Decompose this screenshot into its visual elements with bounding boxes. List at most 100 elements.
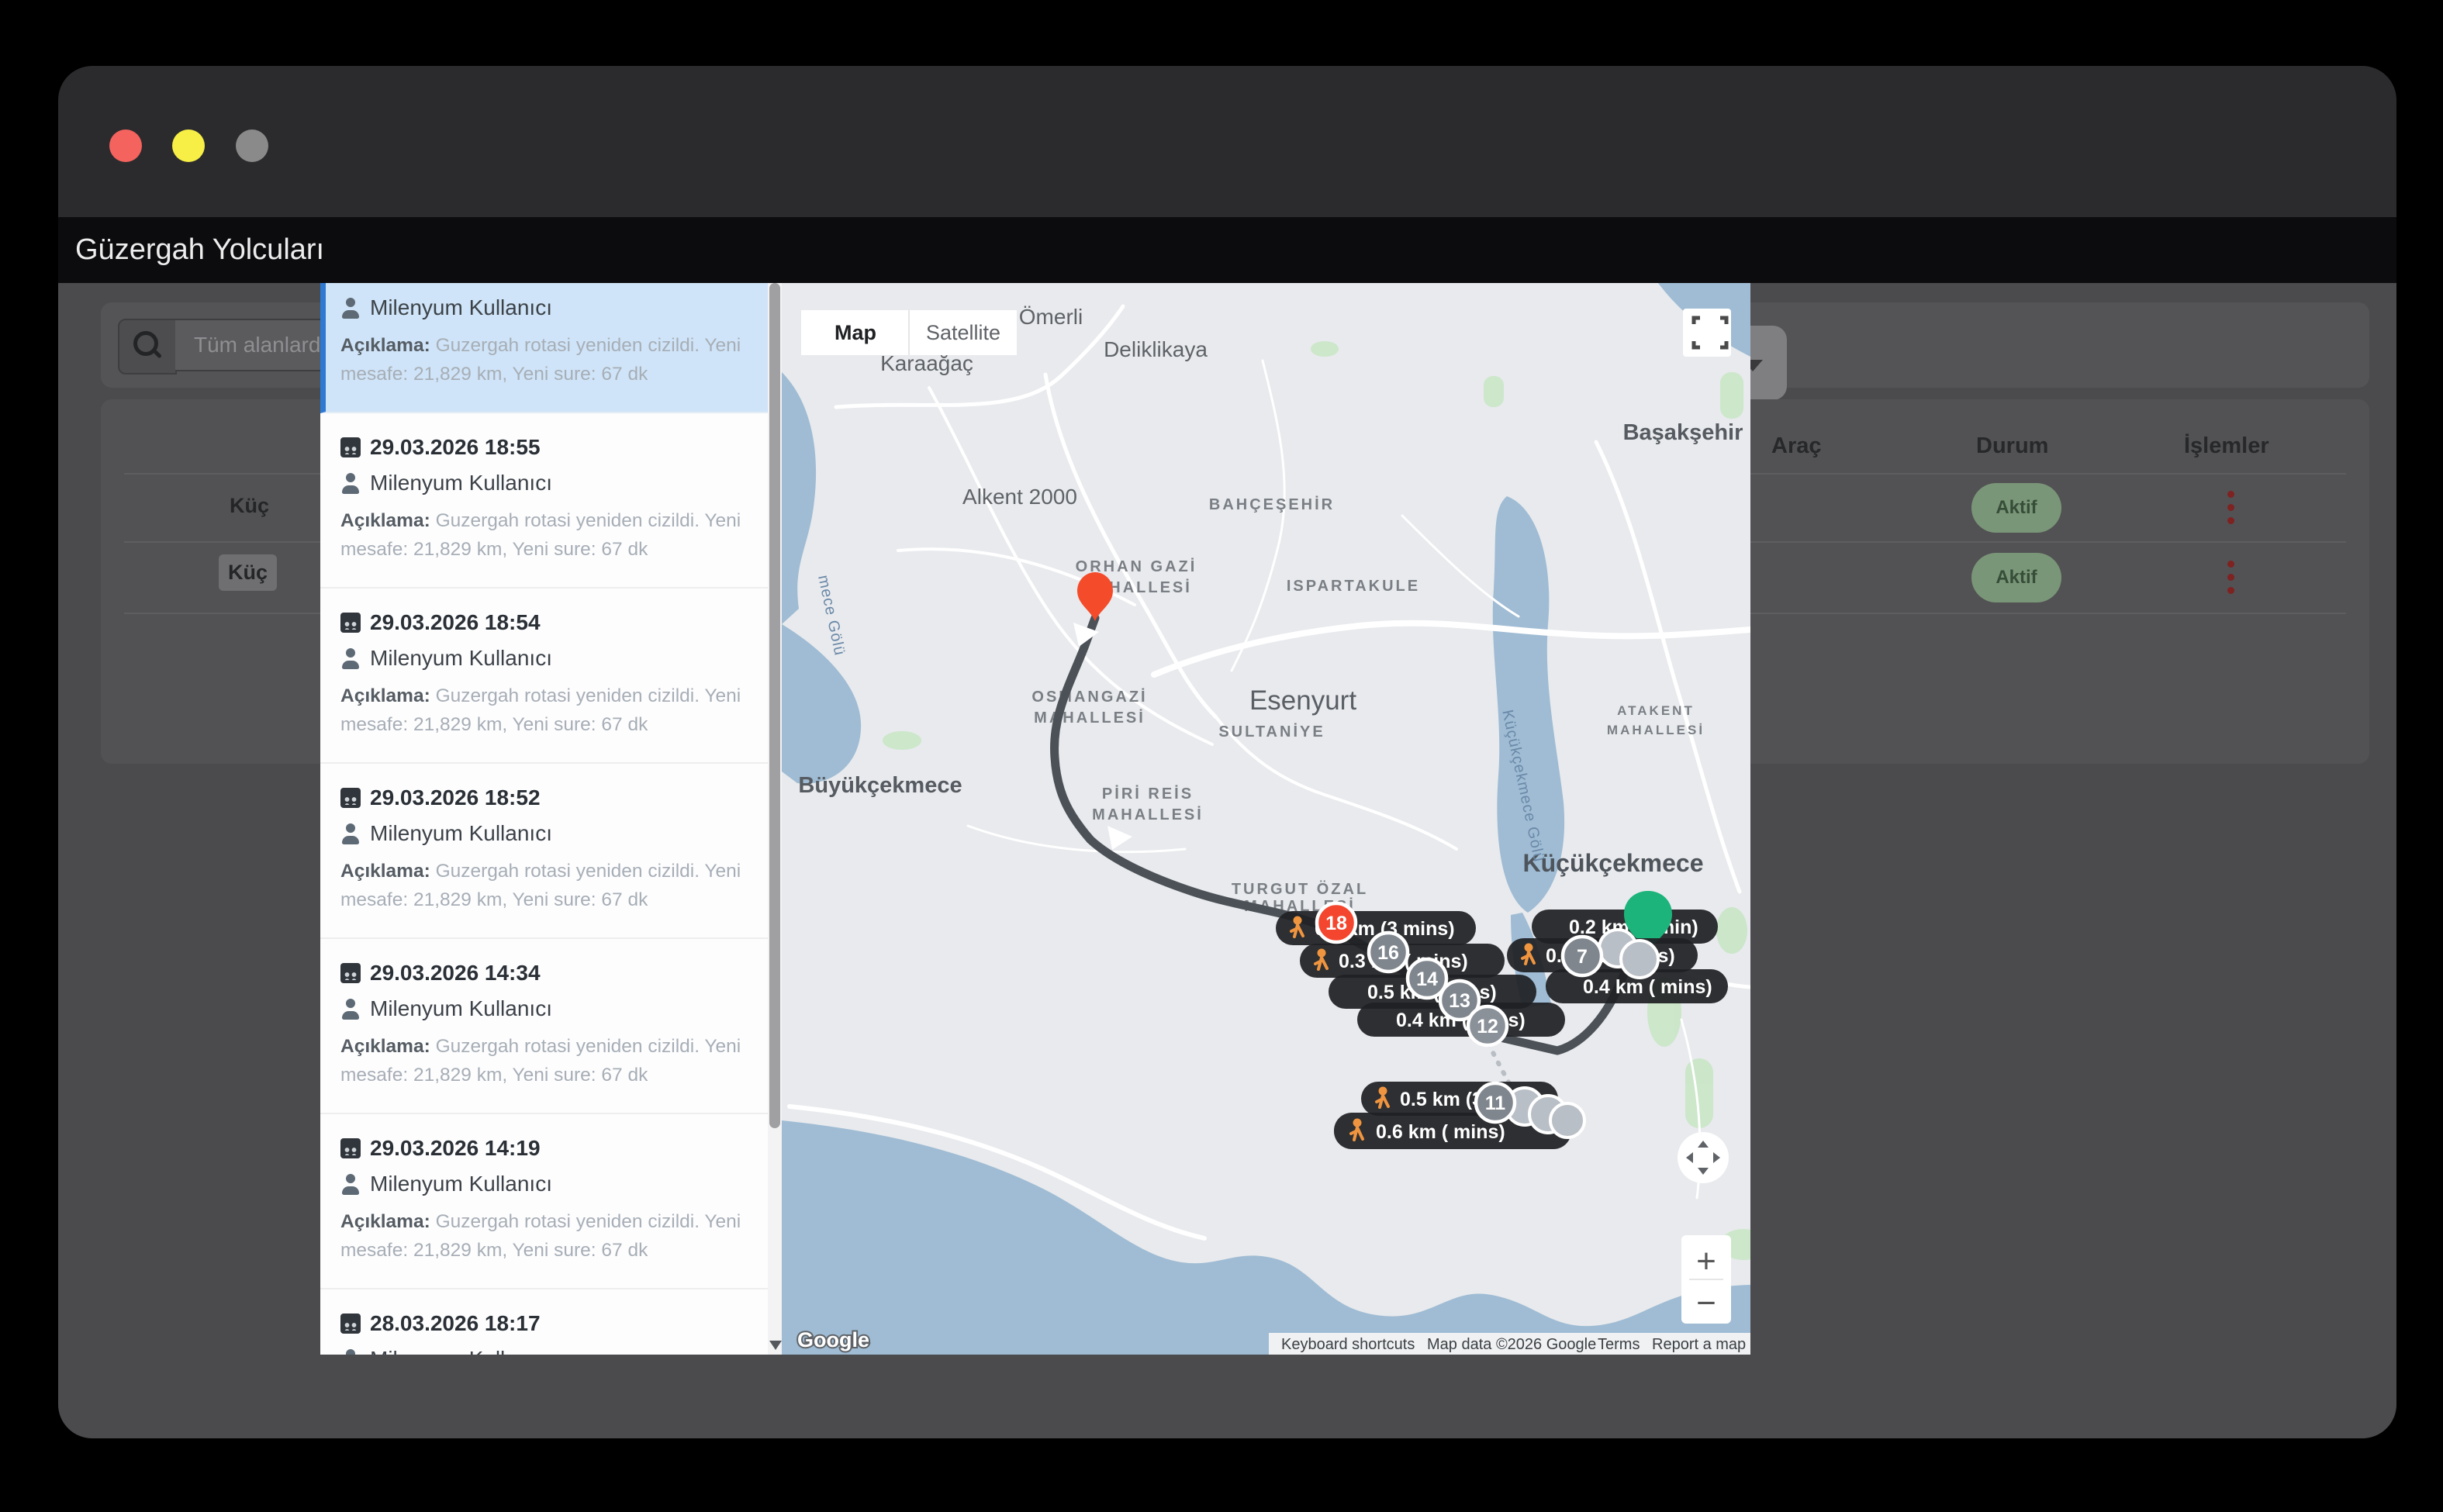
map-button: Map	[834, 321, 876, 344]
zoom-out-button[interactable]: −	[1696, 1284, 1716, 1322]
fullscreen-button[interactable]	[1683, 309, 1731, 357]
svg-text:ATAKENT: ATAKENT	[1617, 703, 1695, 718]
cluster-marker[interactable]: 16	[1369, 933, 1408, 972]
column-header-arac: Araç	[1771, 433, 1822, 459]
modal-header: Güzergah Yolcuları	[58, 217, 2396, 283]
status-badge: Aktif	[1971, 553, 2061, 602]
user-icon	[340, 999, 361, 1020]
svg-text:SULTANİYE: SULTANİYE	[1218, 723, 1325, 740]
entry-description: Açıklama: Guzergah rotasi yeniden cizild…	[340, 1207, 745, 1265]
app-window: Güzergah Yolcuları Araç Durum İşlemler K…	[58, 66, 2396, 1438]
search-button[interactable]	[118, 319, 177, 375]
map-canvas[interactable]: Ömerli Deliklikaya Karaağaç Alkent 2000 …	[782, 283, 1750, 1355]
cluster-marker[interactable]: 7	[1563, 937, 1602, 975]
list-item[interactable]: 29.03.2026 14:34 Milenyum Kullanıcı Açık…	[320, 939, 768, 1114]
terms-link[interactable]: Terms	[1598, 1336, 1640, 1353]
status-badge: Aktif	[1971, 483, 2061, 533]
google-logo: Google	[797, 1328, 869, 1351]
user-icon	[340, 1349, 361, 1355]
entry-user: Milenyum Kullanıcı	[370, 471, 552, 495]
user-icon	[340, 648, 361, 669]
svg-text:PİRİ REİS: PİRİ REİS	[1102, 785, 1194, 803]
list-item[interactable]: 29.03.2026 14:19 Milenyum Kullanıcı Açık…	[320, 1114, 768, 1289]
cluster-marker[interactable]: 12	[1468, 1006, 1507, 1045]
svg-text:BAHÇEŞEHİR: BAHÇEŞEHİR	[1209, 495, 1335, 513]
svg-text:16: 16	[1377, 942, 1399, 964]
scrollbar-thumb[interactable]	[769, 283, 780, 1128]
entry-date: 29.03.2026 14:34	[370, 961, 541, 986]
list-scrollbar[interactable]	[768, 283, 782, 1355]
zoom-control[interactable]: + −	[1681, 1235, 1731, 1324]
entry-description: Açıklama: Guzergah rotasi yeniden cizild…	[340, 682, 745, 739]
calendar-icon	[340, 1314, 361, 1334]
svg-text:OSMANGAZİ: OSMANGAZİ	[1031, 688, 1147, 706]
entry-date: 29.03.2026 14:19	[370, 1136, 541, 1161]
entry-date: 28.03.2026 18:17	[370, 1311, 541, 1336]
window-maximize-button[interactable]	[236, 129, 268, 162]
svg-text:11: 11	[1485, 1093, 1506, 1114]
svg-text:Büyükçekmece: Büyükçekmece	[798, 773, 962, 798]
list-item[interactable]: 29.03.2026 18:55 Milenyum Kullanıcı Açık…	[320, 413, 768, 589]
entry-user: Milenyum Kullanıcı	[370, 996, 552, 1021]
pan-control[interactable]	[1678, 1132, 1729, 1183]
row-actions-button[interactable]	[2227, 491, 2235, 526]
user-icon	[340, 823, 361, 844]
entry-user: Milenyum Kullanıcı	[370, 646, 552, 671]
svg-text:7: 7	[1577, 946, 1588, 968]
entry-date: 29.03.2026 18:52	[370, 785, 541, 810]
svg-text:MAHALLESİ: MAHALLESİ	[1607, 723, 1705, 737]
svg-text:Başakşehir: Başakşehir	[1623, 420, 1743, 445]
satellite-button: Satellite	[926, 321, 1000, 344]
keyboard-shortcuts-link[interactable]: Keyboard shortcuts	[1281, 1336, 1415, 1353]
svg-text:14: 14	[1416, 968, 1438, 990]
svg-text:Alkent 2000: Alkent 2000	[962, 485, 1077, 509]
list-item[interactable]: Milenyum Kullanıcı Açıklama: Guzergah ro…	[320, 283, 768, 413]
calendar-icon	[340, 963, 361, 983]
entry-description: Açıklama: Guzergah rotasi yeniden cizild…	[340, 506, 745, 564]
column-header-islemler: İşlemler	[2184, 433, 2269, 459]
svg-text:MAHALLESİ: MAHALLESİ	[1034, 709, 1145, 727]
entry-date: 29.03.2026 18:54	[370, 610, 541, 635]
entry-description: Açıklama: Guzergah rotasi yeniden cizild…	[340, 331, 745, 388]
entry-user: Milenyum Kullanıcı	[370, 1347, 552, 1355]
cluster-marker[interactable]: 11	[1476, 1083, 1515, 1122]
history-list: Milenyum Kullanıcı Açıklama: Guzergah ro…	[320, 283, 768, 1355]
page-title: Güzergah Yolcuları	[75, 217, 324, 283]
svg-text:Deliklikaya: Deliklikaya	[1104, 337, 1208, 361]
svg-text:13: 13	[1449, 990, 1470, 1012]
list-item[interactable]: 29.03.2026 18:52 Milenyum Kullanıcı Açık…	[320, 764, 768, 939]
calendar-icon	[340, 788, 361, 808]
user-icon	[340, 1174, 361, 1195]
svg-text:18: 18	[1325, 913, 1347, 934]
cluster-marker[interactable]: 18	[1317, 903, 1356, 942]
svg-text:12: 12	[1477, 1016, 1498, 1037]
svg-text:0.4 km ( mins): 0.4 km ( mins)	[1583, 976, 1712, 998]
window-close-button[interactable]	[109, 129, 142, 162]
entry-user: Milenyum Kullanıcı	[370, 295, 552, 320]
row-actions-button[interactable]	[2227, 561, 2235, 596]
table-row-fragment: Küç	[219, 554, 277, 591]
user-icon	[340, 298, 361, 319]
column-header-durum: Durum	[1976, 433, 2048, 459]
entry-description: Açıklama: Guzergah rotasi yeniden cizild…	[340, 857, 745, 914]
zoom-in-button[interactable]: +	[1696, 1242, 1716, 1280]
report-error-link[interactable]: Report a map error	[1652, 1336, 1750, 1353]
entry-user: Milenyum Kullanıcı	[370, 1172, 552, 1196]
svg-text:0.6 km ( mins): 0.6 km ( mins)	[1376, 1121, 1505, 1143]
window-minimize-button[interactable]	[172, 129, 205, 162]
svg-text:Esenyurt: Esenyurt	[1249, 685, 1356, 716]
list-item[interactable]: 29.03.2026 18:54 Milenyum Kullanıcı Açık…	[320, 589, 768, 764]
map-type-control[interactable]: Map Satellite	[801, 310, 1017, 355]
svg-text:TURGUT ÖZAL: TURGUT ÖZAL	[1232, 880, 1368, 898]
calendar-icon	[340, 613, 361, 633]
route-history-modal: Milenyum Kullanıcı Açıklama: Guzergah ro…	[320, 283, 1750, 1355]
google-map[interactable]: Ömerli Deliklikaya Karaağaç Alkent 2000 …	[782, 283, 1750, 1355]
map-data-text: Map data ©2026 Google	[1427, 1336, 1596, 1353]
table-row-fragment: Küç	[230, 494, 269, 518]
calendar-icon	[340, 437, 361, 457]
entry-date: 29.03.2026 18:55	[370, 435, 541, 460]
scroll-down-icon	[769, 1341, 782, 1350]
calendar-icon	[340, 1138, 361, 1158]
user-icon	[340, 473, 361, 494]
list-item[interactable]: 28.03.2026 18:17 Milenyum Kullanıcı Açık…	[320, 1289, 768, 1355]
